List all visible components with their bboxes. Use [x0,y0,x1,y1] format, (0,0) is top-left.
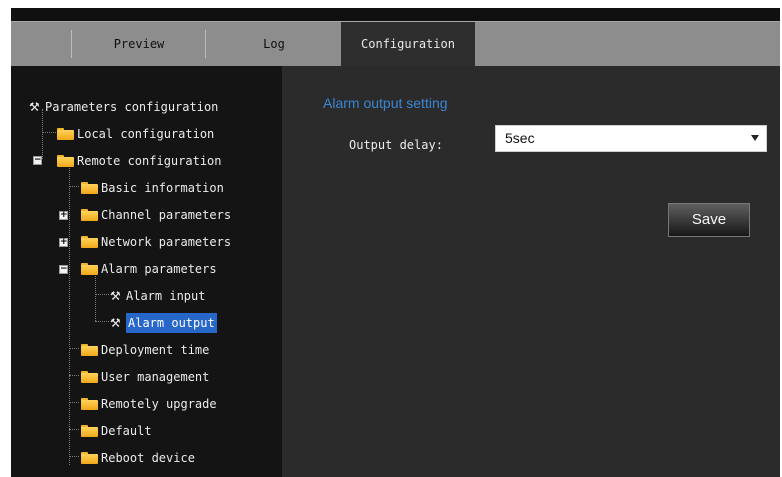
tree-item-default[interactable]: Default [81,421,152,441]
tree-item-alarm-parameters[interactable]: Alarm parameters [81,259,217,279]
tree-item-remote-configuration[interactable]: Remote configuration [57,151,222,171]
tree-item-label: Local configuration [77,127,215,141]
tab-log[interactable]: Log [207,22,341,66]
tree-item-channel-parameters[interactable]: Channel parameters [81,205,231,225]
tab-separator [71,30,72,58]
folder-icon [57,155,74,167]
folder-icon [81,425,98,437]
tree-item-label: User management [101,370,210,384]
tree-line [69,186,79,187]
tree-line [69,429,79,430]
app-window: Preview Log Configuration ⚒ Parameters c… [11,8,780,477]
save-button[interactable]: Save [668,203,750,237]
folder-icon [81,344,98,356]
folder-icon [81,371,98,383]
tree-item-label: Network parameters [101,235,232,249]
expand-network-parameters-icon[interactable]: + [59,238,68,247]
tab-bar: Preview Log Configuration [11,21,780,66]
tree-item-reboot-device[interactable]: Reboot device [81,448,195,468]
tree-item-label: Alarm input [126,289,206,303]
folder-icon [81,182,98,194]
tree-line [95,321,109,322]
config-tree-panel: ⚒ Parameters configuration Local configu… [11,66,282,477]
tree-line [95,276,96,321]
wrench-icon: ⚒ [110,289,121,303]
tree-item-basic-information[interactable]: Basic information [81,178,224,198]
folder-icon [81,452,98,464]
tree-item-label: Remotely upgrade [101,397,217,411]
tree-line [69,168,70,465]
output-delay-value: 5sec [505,130,535,146]
tree-item-label: Deployment time [101,343,210,357]
tree-item-label-selected: Alarm output [126,313,217,333]
tree-item-alarm-input[interactable]: ⚒ Alarm input [110,286,205,306]
collapse-remote-icon[interactable]: − [33,156,42,165]
title-strip [11,8,780,21]
output-delay-select[interactable]: 5sec [495,125,767,152]
tree-item-network-parameters[interactable]: Network parameters [81,232,231,252]
settings-panel: Alarm output setting Output delay: 5sec … [282,66,780,477]
collapse-alarm-parameters-icon[interactable]: − [59,265,68,274]
folder-icon [81,263,98,275]
tree-item-alarm-output[interactable]: ⚒ Alarm output [110,313,217,333]
wrench-icon: ⚒ [110,316,121,330]
section-title: Alarm output setting [323,95,448,111]
tree-line [42,132,56,133]
tab-preview[interactable]: Preview [73,22,205,66]
tree-item-label: Reboot device [101,451,195,465]
tree-item-deployment-time[interactable]: Deployment time [81,340,209,360]
tree-item-label: Alarm parameters [101,262,217,276]
folder-icon [81,236,98,248]
tree-item-label: Default [101,424,152,438]
tree-item-user-management[interactable]: User management [81,367,209,387]
folder-icon [57,128,74,140]
tree-line [69,375,79,376]
tree-item-local-configuration[interactable]: Local configuration [57,124,214,144]
tab-separator [205,30,206,58]
tree-item-parameters-configuration[interactable]: ⚒ Parameters configuration [29,97,218,117]
folder-icon [81,398,98,410]
tree-line [69,402,79,403]
tree-item-label: Remote configuration [77,154,222,168]
tree-line [95,294,109,295]
tree-item-remotely-upgrade[interactable]: Remotely upgrade [81,394,217,414]
expand-channel-parameters-icon[interactable]: + [59,211,68,220]
tree-line [69,456,79,457]
chevron-down-icon [751,135,759,141]
tree-line [69,348,79,349]
folder-icon [81,209,98,221]
tree-item-label: Channel parameters [101,208,232,222]
tab-configuration[interactable]: Configuration [341,22,475,66]
tree-item-label: Basic information [101,181,224,195]
output-delay-label: Output delay: [349,138,443,152]
wrench-icon: ⚒ [29,100,40,114]
tree-item-label: Parameters configuration [45,100,219,114]
